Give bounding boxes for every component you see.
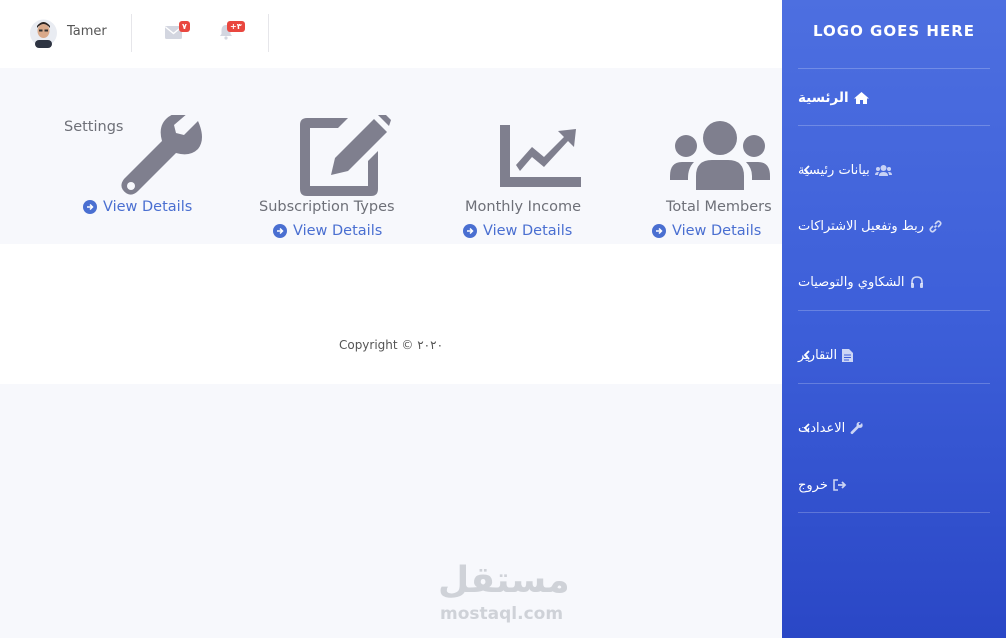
sidebar-item-label: ربط وتفعيل الاشتراكات xyxy=(798,218,925,234)
divider xyxy=(798,512,990,513)
view-details-link[interactable]: View Details xyxy=(83,199,192,215)
watermark-arabic: مستقل xyxy=(438,560,570,601)
view-details-label: View Details xyxy=(293,223,383,239)
divider xyxy=(798,125,990,126)
link-icon xyxy=(929,219,942,233)
sidebar-item-label: الشكاوي والتوصيات xyxy=(798,274,905,290)
headset-icon xyxy=(910,275,924,289)
divider xyxy=(268,14,269,52)
chevron-left-icon xyxy=(804,423,810,433)
wrench-icon xyxy=(121,115,202,195)
sidebar-item-home[interactable]: الرئسية xyxy=(798,86,990,110)
footer: Copyright © ٢٠٢٠ xyxy=(0,244,782,384)
logo[interactable]: LOGO GOES HERE xyxy=(782,22,1006,40)
sidebar-item-reports[interactable]: التقارير xyxy=(798,343,990,367)
sidebar-item-settings[interactable]: الاعدادت xyxy=(798,416,990,440)
home-icon xyxy=(853,92,869,104)
sidebar: LOGO GOES HERE الرئسية بيانات رئيسية ربط… xyxy=(782,0,1006,638)
avatar[interactable] xyxy=(30,18,57,48)
card-title: Settings xyxy=(64,119,124,135)
notifications-button[interactable]: +٣ xyxy=(219,21,245,44)
mail-badge: ٧ xyxy=(179,21,190,32)
arrow-right-icon xyxy=(83,200,97,214)
edit-icon xyxy=(300,115,391,196)
view-details-link[interactable]: View Details xyxy=(652,223,761,239)
divider xyxy=(798,383,990,384)
wrench-icon xyxy=(850,421,863,435)
username[interactable]: Tamer xyxy=(67,24,107,39)
chevron-left-icon xyxy=(804,165,810,175)
view-details-label: View Details xyxy=(103,199,193,215)
sidebar-item-logout[interactable]: خروج xyxy=(798,473,990,497)
top-bar: Tamer ٧ +٣ xyxy=(0,0,782,68)
sidebar-item-complaints[interactable]: الشكاوي والتوصيات xyxy=(798,270,990,294)
stats-cards: Settings View Details Subscription Types… xyxy=(0,68,782,244)
sidebar-item-subscriptions[interactable]: ربط وتفعيل الاشتراكات xyxy=(798,214,990,238)
chart-line-icon xyxy=(500,125,581,187)
copyright-text: Copyright © ٢٠٢٠ xyxy=(338,338,444,352)
view-details-label: View Details xyxy=(672,223,762,239)
file-icon xyxy=(842,348,854,362)
arrow-right-icon xyxy=(273,224,287,238)
arrow-right-icon xyxy=(463,224,477,238)
divider xyxy=(798,68,990,69)
watermark-latin: mostaql.com xyxy=(440,604,564,624)
sidebar-item-label: الرئسية xyxy=(798,90,849,106)
chevron-left-icon xyxy=(804,350,810,360)
sidebar-item-master-data[interactable]: بيانات رئيسية xyxy=(798,158,990,182)
divider xyxy=(131,14,132,52)
sign-out-icon xyxy=(833,479,847,491)
card-title: Subscription Types xyxy=(259,199,395,215)
card-title: Total Members xyxy=(666,199,772,215)
view-details-link[interactable]: View Details xyxy=(463,223,572,239)
card-title: Monthly Income xyxy=(465,199,582,215)
users-icon xyxy=(670,121,770,190)
sidebar-item-label: خروج xyxy=(798,477,828,493)
arrow-right-icon xyxy=(652,224,666,238)
mail-button[interactable]: ٧ xyxy=(165,21,190,43)
view-details-label: View Details xyxy=(483,223,573,239)
view-details-link[interactable]: View Details xyxy=(273,223,382,239)
users-icon xyxy=(874,164,892,176)
notifications-badge: +٣ xyxy=(227,21,245,32)
divider xyxy=(798,310,990,311)
